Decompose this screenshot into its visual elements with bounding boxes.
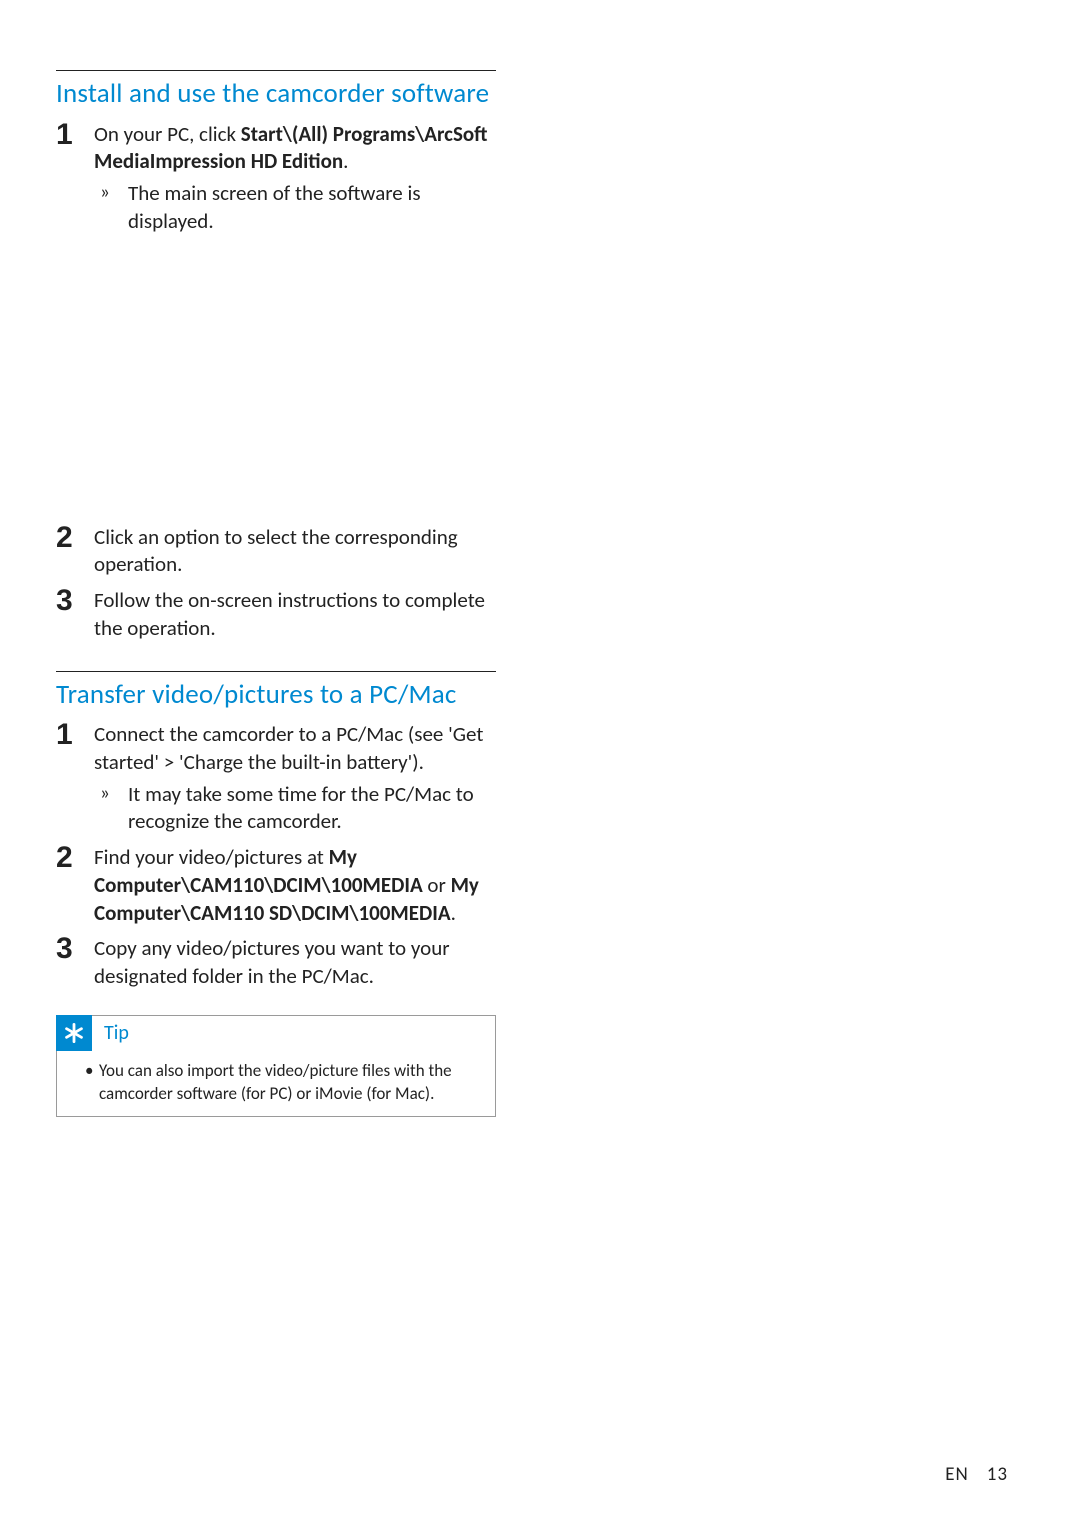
tstep-1: Connect the camcorder to a PC/Mac (see '… [56,721,496,836]
tip-header: Tip [56,1015,494,1051]
tstep-2: Find your video/pictures at My Computer\… [56,844,496,927]
tstep-2-pre: Find your video/pictures at [94,844,329,870]
step-3: Follow the on-screen instructions to com… [56,587,496,642]
tstep-1-text: Connect the camcorder to a PC/Mac (see '… [94,721,483,775]
tstep-2-post: . [451,900,456,926]
tstep-1-sub: It may take some time for the PC/Mac to … [94,781,496,836]
step-1-sub: The main screen of the software is displ… [94,180,496,235]
page-footer: EN13 [945,1463,1008,1486]
tip-item: You can also import the video/picture fi… [85,1060,481,1106]
left-column: Install and use the camcorder software O… [56,70,496,1117]
step-1-post: . [343,148,348,174]
transfer-steps: Connect the camcorder to a PC/Mac (see '… [56,721,496,990]
screenshot-placeholder [94,236,496,516]
tip-label: Tip [92,1015,129,1051]
tip-box: Tip You can also import the video/pictur… [56,1015,496,1117]
section-divider [56,70,496,71]
asterisk-icon [56,1015,92,1051]
tip-list: You can also import the video/picture fi… [57,1060,495,1106]
section-heading-transfer: Transfer video/pictures to a PC/Mac [56,678,496,712]
step-3-text: Follow the on-screen instructions to com… [94,587,485,641]
tstep-3: Copy any video/pictures you want to your… [56,935,496,990]
install-steps: On your PC, click Start\(All) Programs\A… [56,121,496,643]
footer-lang: EN [945,1463,987,1486]
footer-page: 13 [987,1463,1008,1486]
tstep-2-mid: or [423,872,451,898]
step-2: Click an option to select the correspond… [56,524,496,579]
section-heading-install: Install and use the camcorder software [56,77,496,111]
step-1: On your PC, click Start\(All) Programs\A… [56,121,496,516]
step-1-pre: On your PC, click [94,121,241,147]
section-divider [56,671,496,672]
step-2-text: Click an option to select the correspond… [94,524,458,578]
tstep-3-text: Copy any video/pictures you want to your… [94,935,450,989]
manual-page: Install and use the camcorder software O… [0,0,1080,1528]
